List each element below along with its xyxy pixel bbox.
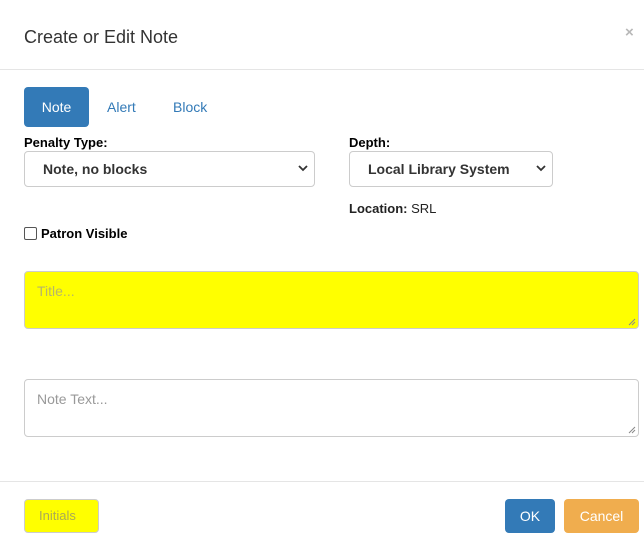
modal-title: Create or Edit Note (24, 27, 179, 47)
penalty-type-label: Penalty Type: (24, 135, 108, 150)
create-edit-note-dialog: Create or Edit Note × Note Alert Block P… (0, 0, 644, 546)
cancel-button[interactable]: Cancel (564, 499, 639, 533)
modal-header: Create or Edit Note × (0, 0, 644, 70)
note-text-textarea[interactable]: Note Text... (24, 379, 639, 437)
resize-grip-icon[interactable] (627, 317, 636, 326)
ok-button[interactable]: OK (505, 499, 555, 533)
penalty-type-select[interactable]: Note, no blocks (24, 151, 315, 187)
tab-block[interactable]: Block (163, 87, 217, 127)
depth-select[interactable]: Local Library System (349, 151, 553, 187)
location-value: SRL (411, 201, 437, 216)
location-info: Location: SRL (349, 201, 436, 216)
close-icon[interactable]: × (625, 25, 634, 40)
tab-alert[interactable]: Alert (97, 87, 146, 127)
patron-visible-checkbox[interactable] (24, 227, 37, 240)
note-text-placeholder: Note Text... (37, 391, 108, 407)
title-placeholder: Title... (37, 283, 75, 299)
title-textarea[interactable]: Title... (24, 271, 639, 329)
depth-label: Depth: (349, 135, 391, 150)
location-label: Location: (349, 201, 408, 216)
modal-footer: Initials OK Cancel (0, 481, 644, 546)
initials-input[interactable]: Initials (24, 499, 99, 533)
penalty-type-value: Note, no blocks (43, 161, 148, 177)
resize-grip-icon[interactable] (627, 425, 636, 434)
tab-note[interactable]: Note (24, 87, 89, 127)
chevron-down-icon (536, 165, 546, 172)
depth-value: Local Library System (368, 161, 510, 177)
patron-visible-label[interactable]: Patron Visible (41, 226, 127, 241)
chevron-down-icon (298, 165, 308, 172)
